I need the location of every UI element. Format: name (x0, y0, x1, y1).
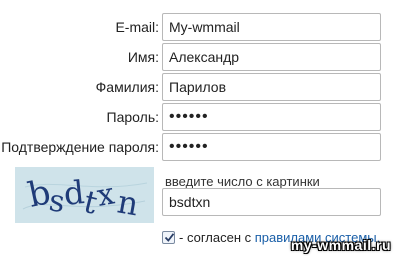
email-label: E-mail: (115, 19, 159, 35)
password-confirm-field[interactable]: •••••• (162, 133, 381, 161)
first-name-label: Имя: (127, 49, 159, 65)
agreement-text: - согласен с (179, 230, 255, 245)
first-name-row: Имя: Александр (0, 43, 395, 71)
last-name-row: Фамилия: Парилов (0, 73, 395, 101)
captcha-hint: введите число с картинки (165, 174, 320, 189)
captcha-image-drawing: bsdtxn (15, 167, 154, 223)
password-confirm-row: Подтверждение пароля: •••••• (0, 133, 395, 161)
password-field[interactable]: •••••• (162, 103, 381, 131)
last-name-field[interactable]: Парилов (162, 73, 381, 101)
captcha-input-wrap: bsdtxn (162, 188, 381, 216)
email-row: E-mail: My-wmmail (0, 13, 395, 41)
email-field[interactable]: My-wmmail (162, 13, 381, 41)
last-name-label: Фамилия: (95, 79, 159, 95)
captcha-image: bsdtxn (15, 167, 154, 223)
password-label: Пароль: (106, 109, 159, 125)
password-row: Пароль: •••••• (0, 103, 395, 131)
site-watermark: my-wmmail.ru (290, 237, 391, 253)
agree-checkbox[interactable] (162, 231, 175, 244)
captcha-input[interactable]: bsdtxn (162, 188, 381, 216)
password-confirm-label: Подтверждение пароля: (1, 139, 159, 155)
first-name-field[interactable]: Александр (162, 43, 381, 71)
check-icon (164, 233, 175, 242)
